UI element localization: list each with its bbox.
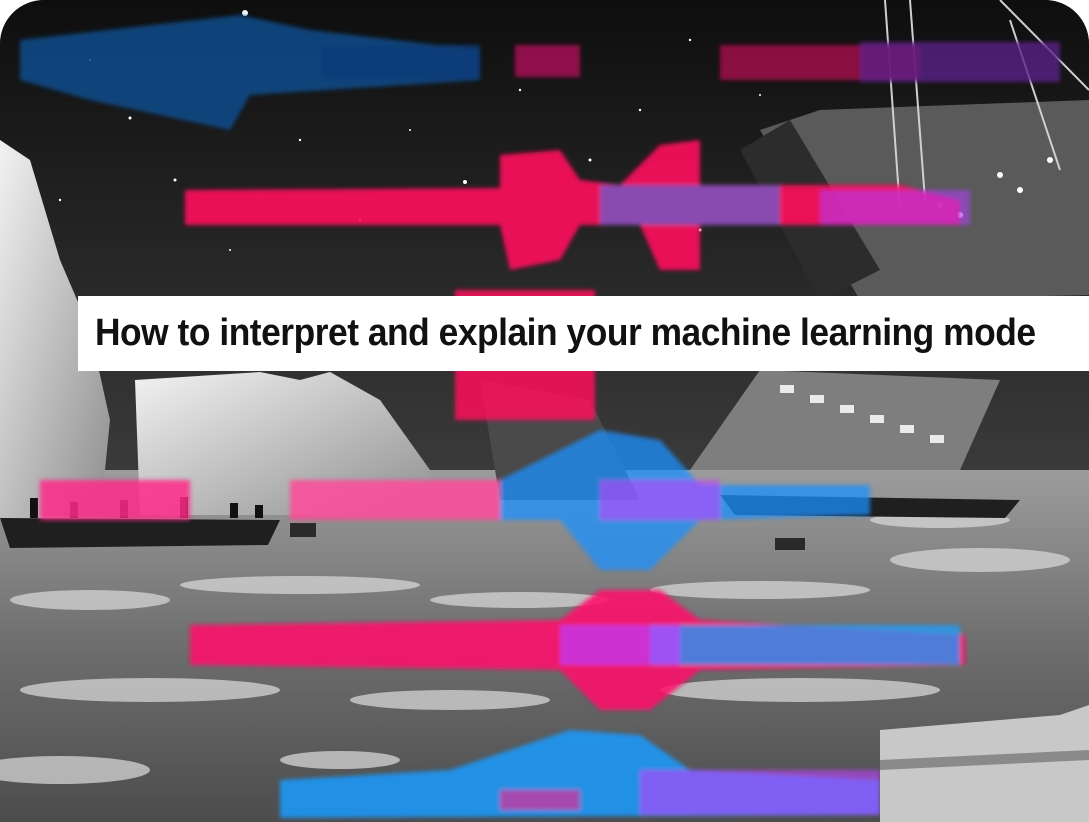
titanic-collage-image [0, 0, 1089, 822]
title-banner: How to interpret and explain your machin… [78, 296, 1089, 371]
lifeboat-left [0, 518, 280, 548]
article-title: How to interpret and explain your machin… [95, 312, 1036, 354]
hero-image-frame: How to interpret and explain your machin… [0, 0, 1089, 822]
